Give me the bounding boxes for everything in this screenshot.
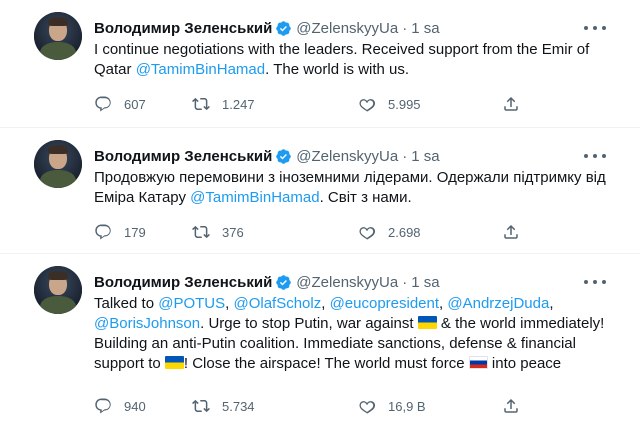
author-handle[interactable]: @ZelenskyyUa: [296, 148, 398, 165]
author-handle[interactable]: @ZelenskyyUa: [296, 274, 398, 291]
author-handle[interactable]: @ZelenskyyUa: [296, 20, 398, 37]
avatar[interactable]: [34, 140, 82, 188]
share-icon: [504, 96, 518, 111]
author-name[interactable]: Володимир Зеленський: [94, 20, 272, 37]
retweet-count: 5.734: [222, 398, 255, 414]
ukraine-flag-icon: [417, 316, 437, 329]
share-button[interactable]: [502, 396, 520, 416]
mention-link[interactable]: @TamimBinHamad: [190, 189, 319, 206]
tweet-text: Продовжую перемовини з іноземними лідера…: [94, 169, 606, 206]
reply-count: 940: [124, 398, 146, 414]
reply-icon: [95, 96, 111, 112]
mention-link[interactable]: @BorisJohnson: [94, 315, 200, 332]
share-icon: [504, 398, 518, 413]
like-count: 16,9 B: [388, 398, 426, 414]
mention-link[interactable]: @AndrzejDuda: [447, 295, 549, 312]
share-button[interactable]: [502, 94, 520, 114]
avatar[interactable]: [34, 266, 82, 314]
ukraine-flag-icon: [164, 356, 184, 369]
more-options-icon[interactable]: [584, 19, 606, 37]
retweet-icon: [192, 399, 210, 413]
verified-badge-icon: [276, 20, 292, 36]
like-button[interactable]: 5.995: [358, 94, 421, 114]
separator-dot: ·: [402, 19, 408, 37]
tweet-feed: Володимир Зеленський @ZelenskyyUa · 1 sa…: [0, 0, 640, 438]
tweet-text: I continue negotiations with the leaders…: [94, 41, 590, 78]
tweet-actions: 940 5.734 16,9 B: [94, 396, 524, 416]
separator-dot: ·: [402, 147, 408, 165]
like-button[interactable]: 16,9 B: [358, 396, 426, 416]
share-icon: [504, 224, 518, 239]
reply-icon: [95, 224, 111, 240]
tweet-timestamp[interactable]: 1 sa: [411, 20, 439, 37]
tweet-header: Володимир Зеленський @ZelenskyyUa · 1 sa: [94, 272, 440, 292]
like-button[interactable]: 2.698: [358, 222, 421, 242]
retweet-button[interactable]: 5.734: [192, 396, 255, 416]
reply-count: 607: [124, 96, 146, 112]
russia-flag-icon: [468, 356, 488, 369]
retweet-count: 376: [222, 224, 244, 240]
tweet-header: Володимир Зеленський @ZelenskyyUa · 1 sa: [94, 146, 440, 166]
tweet[interactable]: Володимир Зеленський @ZelenskyyUa · 1 sa…: [0, 0, 640, 128]
more-options-icon[interactable]: [584, 273, 606, 291]
tweet-header: Володимир Зеленський @ZelenskyyUa · 1 sa: [94, 18, 440, 38]
tweet-timestamp[interactable]: 1 sa: [411, 148, 439, 165]
reply-button[interactable]: 607: [94, 94, 146, 114]
reply-count: 179: [124, 224, 146, 240]
author-name[interactable]: Володимир Зеленський: [94, 148, 272, 165]
retweet-count: 1.247: [222, 96, 255, 112]
like-count: 2.698: [388, 224, 421, 240]
share-button[interactable]: [502, 222, 520, 242]
separator-dot: ·: [402, 273, 408, 291]
verified-badge-icon: [276, 148, 292, 164]
tweet[interactable]: Володимир Зеленський @ZelenskyyUa · 1 sa…: [0, 128, 640, 254]
heart-icon: [359, 227, 376, 240]
mention-link[interactable]: @POTUS: [158, 295, 225, 312]
more-options-icon[interactable]: [584, 147, 606, 165]
retweet-button[interactable]: 376: [192, 222, 244, 242]
mention-link[interactable]: @OlafScholz: [233, 295, 321, 312]
retweet-icon: [192, 97, 210, 111]
verified-badge-icon: [276, 274, 292, 290]
retweet-button[interactable]: 1.247: [192, 94, 255, 114]
tweet-text: Talked to @POTUS, @OlafScholz, @eucopres…: [94, 295, 605, 372]
tweet-timestamp[interactable]: 1 sa: [411, 274, 439, 291]
tweet-actions: 607 1.247 5.995: [94, 94, 524, 114]
mention-link[interactable]: @TamimBinHamad: [136, 61, 265, 78]
like-count: 5.995: [388, 96, 421, 112]
mention-link[interactable]: @eucopresident: [330, 295, 439, 312]
tweet[interactable]: Володимир Зеленський @ZelenskyyUa · 1 sa…: [0, 254, 640, 438]
reply-button[interactable]: 179: [94, 222, 146, 242]
heart-icon: [359, 99, 376, 112]
author-name[interactable]: Володимир Зеленський: [94, 274, 272, 291]
reply-button[interactable]: 940: [94, 396, 146, 416]
retweet-icon: [192, 225, 210, 239]
heart-icon: [359, 401, 376, 414]
avatar[interactable]: [34, 12, 82, 60]
tweet-actions: 179 376 2.698: [94, 222, 524, 242]
reply-icon: [95, 398, 111, 414]
